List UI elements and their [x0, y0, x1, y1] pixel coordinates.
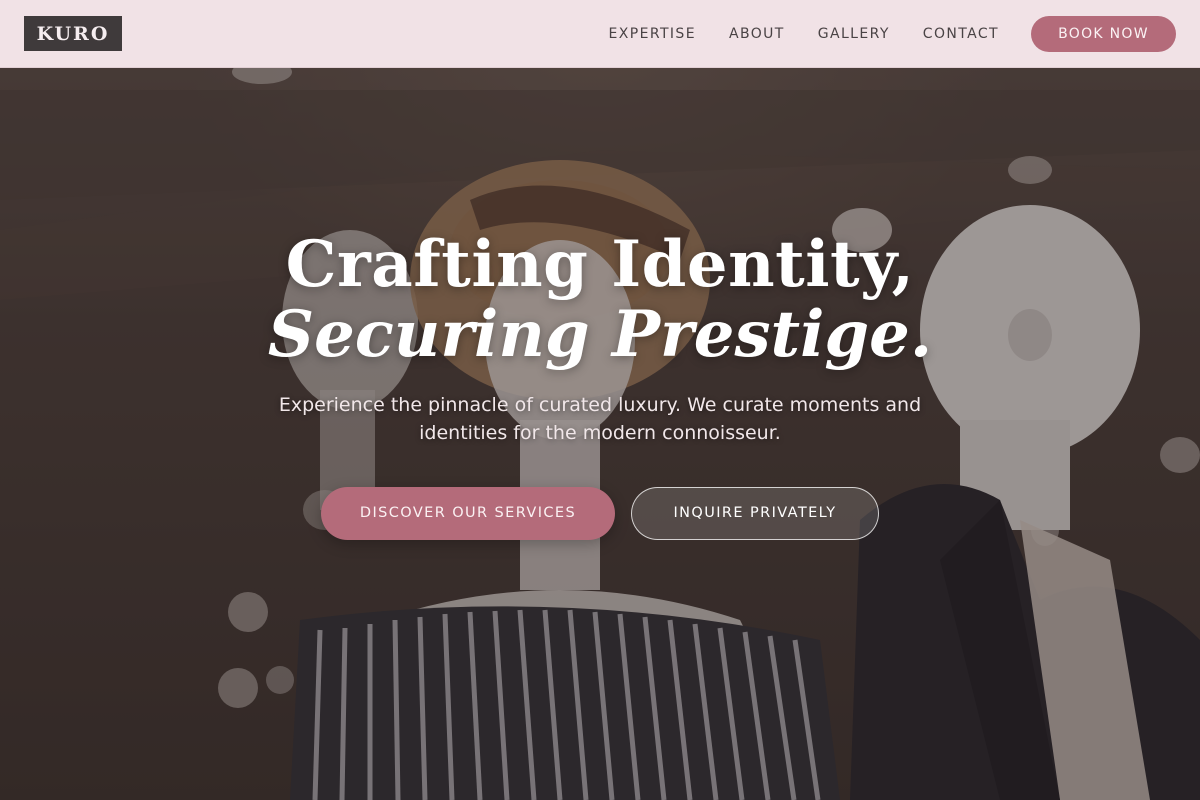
- inquire-privately-button[interactable]: INQUIRE PRIVATELY: [631, 486, 879, 540]
- nav-link-contact[interactable]: CONTACT: [923, 26, 999, 42]
- nav-link-expertise[interactable]: EXPERTISE: [609, 26, 696, 42]
- hero-subtitle: Experience the pinnacle of curated luxur…: [278, 393, 922, 444]
- hero-headline: Crafting Identity, Securing Prestige.: [0, 227, 1200, 373]
- headline-line-2: Securing Prestige.: [267, 297, 933, 373]
- main-nav: EXPERTISE ABOUT GALLERY CONTACT: [609, 26, 999, 42]
- discover-services-button[interactable]: DISCOVER OUR SERVICES: [321, 486, 615, 540]
- nav-link-gallery[interactable]: GALLERY: [818, 26, 890, 42]
- headline-line-1: Crafting Identity,: [285, 227, 915, 302]
- hero-content: Crafting Identity, Securing Prestige. Ex…: [0, 227, 1200, 540]
- cta-row: DISCOVER OUR SERVICES INQUIRE PRIVATELY: [0, 486, 1200, 540]
- site-header: KURO EXPERTISE ABOUT GALLERY CONTACT BOO…: [0, 0, 1200, 68]
- nav-link-about[interactable]: ABOUT: [729, 26, 785, 42]
- logo[interactable]: KURO: [24, 16, 122, 51]
- book-now-button[interactable]: BOOK NOW: [1031, 15, 1176, 52]
